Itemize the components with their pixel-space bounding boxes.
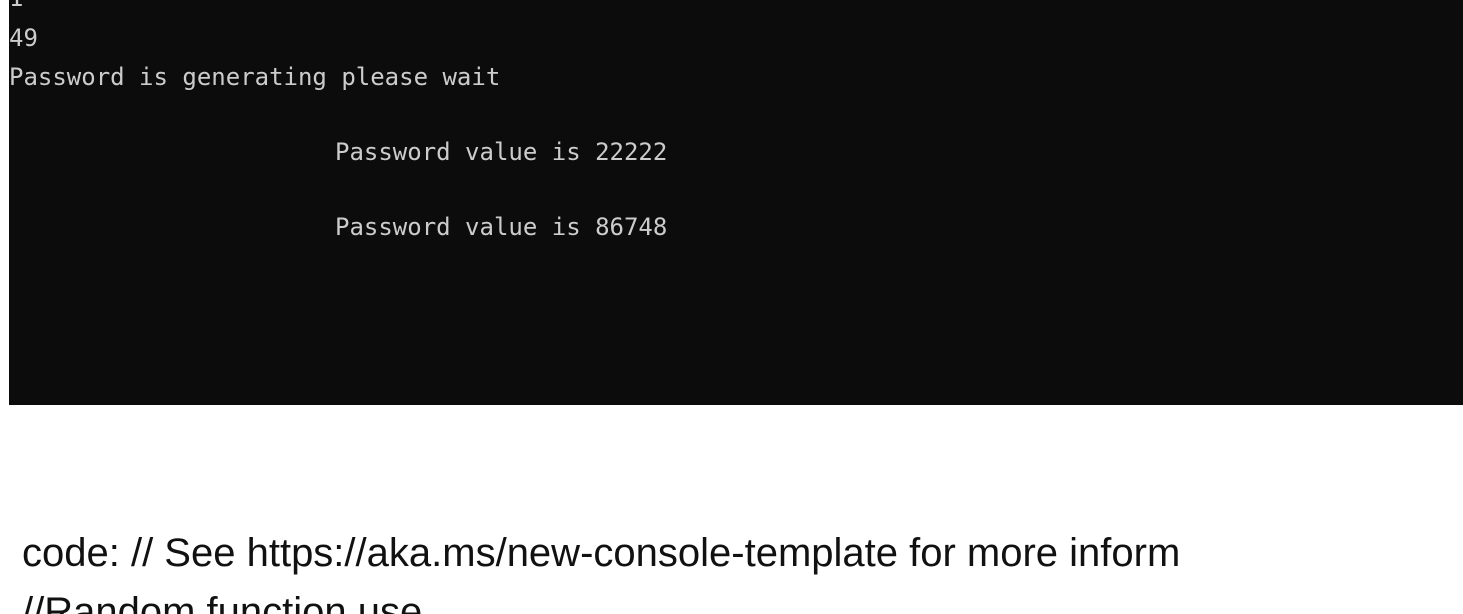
console-output-window: 1 49 Password is generating please wait … bbox=[9, 0, 1463, 405]
console-line-5: Password value is 86748 bbox=[335, 213, 668, 241]
screenshot-page: 1 49 Password is generating please wait … bbox=[0, 0, 1463, 614]
console-line-3: Password is generating please wait bbox=[9, 63, 501, 91]
code-caption-line-1: code: // See https://aka.ms/new-console-… bbox=[22, 531, 1181, 575]
console-line-1: 1 bbox=[9, 0, 23, 14]
code-caption-line-2: //Random function use bbox=[22, 590, 423, 614]
console-line-4: Password value is 22222 bbox=[335, 138, 668, 166]
console-line-2: 49 bbox=[9, 24, 38, 52]
